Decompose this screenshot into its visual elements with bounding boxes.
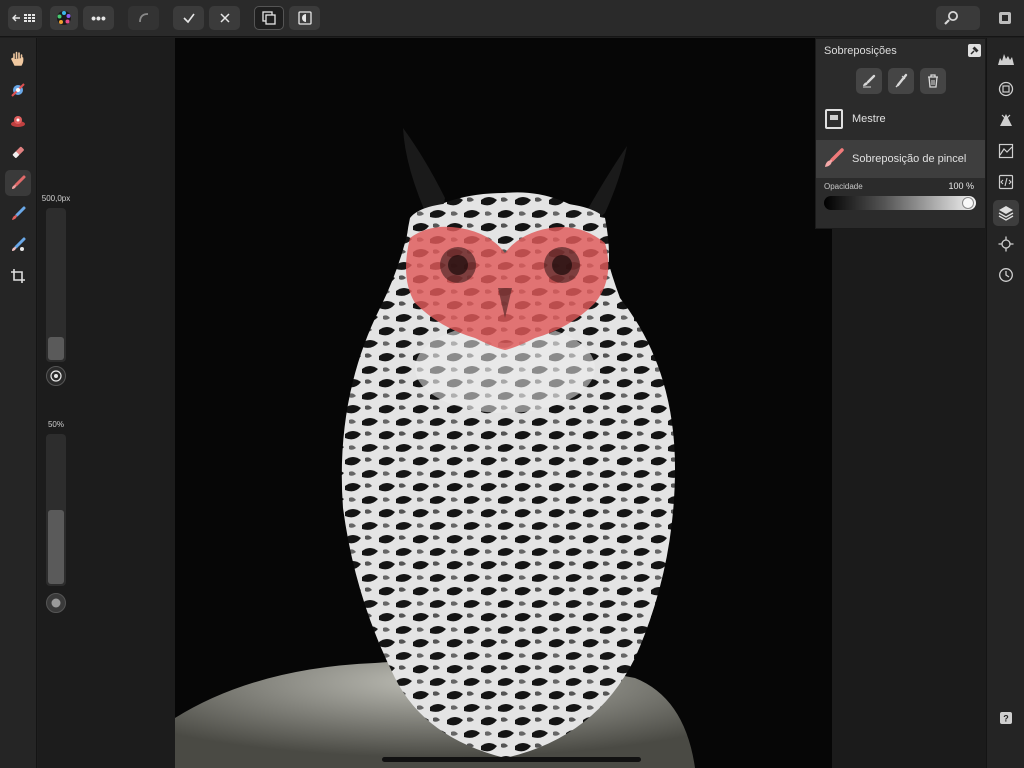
brush-size-slider[interactable] — [46, 208, 66, 362]
back-arrow-grid-icon — [12, 14, 35, 22]
transform-icon — [998, 236, 1014, 252]
history-icon — [999, 268, 1013, 282]
home-indicator — [382, 757, 641, 762]
info-icon — [1000, 114, 1012, 126]
hardness-options-button[interactable] — [46, 593, 66, 613]
owl-photo — [175, 38, 832, 768]
crop-icon — [11, 269, 25, 283]
target-icon — [50, 370, 62, 382]
eraser-icon — [12, 146, 24, 158]
top-toolbar: ••• — [0, 0, 1024, 37]
delete-overlay-button[interactable] — [920, 68, 946, 94]
overlay-radial-tool[interactable] — [5, 108, 31, 134]
overlay-item-master[interactable]: Mestre — [816, 100, 985, 138]
crop-tool[interactable] — [5, 263, 31, 289]
overlay-erase-brush-tool[interactable] — [5, 201, 31, 227]
split-view-icon — [262, 11, 276, 25]
add-overlay-button[interactable] — [856, 68, 882, 94]
scope-icon — [998, 143, 1014, 159]
opacity-slider[interactable] — [824, 196, 976, 210]
gradient-brush-icon — [895, 73, 908, 88]
hardness-fill — [48, 510, 64, 584]
overlay-mask-icon — [297, 11, 312, 25]
tools-panel — [0, 38, 37, 768]
hardness-slider[interactable] — [46, 434, 66, 586]
opacity-value: 100 % — [948, 181, 974, 191]
radial-overlay-icon — [11, 116, 25, 127]
presets-icon — [998, 174, 1014, 190]
overlay-item-label: Sobreposição de pincel — [852, 153, 967, 165]
brush-size-options-button[interactable] — [46, 366, 66, 386]
overlay-paint-tool[interactable] — [5, 170, 31, 196]
overlay-erase-tool[interactable] — [5, 139, 31, 165]
view-mode-button[interactable] — [254, 6, 284, 30]
master-layer-icon — [825, 109, 843, 129]
more-button[interactable]: ••• — [83, 6, 114, 30]
history-studio[interactable] — [993, 262, 1019, 288]
photo-canvas[interactable] — [175, 38, 832, 768]
checkmark-icon — [182, 13, 195, 24]
opacity-slider-knob[interactable] — [962, 197, 974, 209]
presets-studio[interactable] — [993, 169, 1019, 195]
overlay-clone-tool[interactable] — [5, 232, 31, 258]
paint-brush-icon — [12, 175, 26, 189]
back-button[interactable] — [8, 6, 42, 30]
zoom-icon — [944, 11, 958, 25]
overlay-gradient-tool[interactable] — [5, 77, 31, 103]
gradient-overlay-icon — [11, 83, 25, 97]
histogram-studio[interactable] — [993, 45, 1019, 71]
trash-icon — [928, 74, 938, 88]
pin-panel-button[interactable] — [968, 44, 981, 57]
hand-tool[interactable] — [5, 46, 31, 72]
snapping-icon — [138, 13, 148, 23]
overlay-item-label: Mestre — [852, 113, 886, 125]
overlays-panel: Sobreposições Mestre Sobreposição de pin… — [815, 38, 986, 229]
hand-icon — [11, 51, 24, 66]
navigator-icon — [998, 81, 1014, 97]
help-icon: ? — [1000, 712, 1012, 724]
erase-brush-icon — [12, 206, 26, 220]
brush-size-label: 500,0px — [41, 194, 71, 203]
info-studio[interactable] — [993, 107, 1019, 133]
overlay-item-brush[interactable]: Sobreposição de pincel — [816, 140, 985, 178]
persona-button[interactable] — [50, 6, 78, 30]
studio-bar: ? — [986, 38, 1024, 768]
opacity-label: Opacidade — [824, 182, 863, 191]
histogram-icon — [998, 54, 1014, 65]
brush-size-fill — [48, 337, 64, 360]
cancel-button[interactable] — [209, 6, 240, 30]
pin-icon — [970, 46, 979, 55]
overlays-studio[interactable] — [993, 200, 1019, 226]
scope-studio[interactable] — [993, 138, 1019, 164]
hardness-label: 50% — [47, 420, 64, 429]
add-paint-overlay-icon — [863, 74, 876, 88]
commit-button[interactable] — [173, 6, 204, 30]
fullscreen-button[interactable] — [994, 6, 1016, 30]
snapping-button[interactable] — [128, 6, 159, 30]
panel-title: Sobreposições — [824, 45, 897, 57]
transform-studio[interactable] — [993, 231, 1019, 257]
close-icon — [219, 13, 230, 23]
brush-overlay-icon — [825, 148, 844, 167]
zoom-button[interactable] — [936, 6, 980, 30]
photo-persona-icon — [57, 11, 71, 25]
soft-brush-icon — [51, 598, 61, 608]
layers-icon — [998, 206, 1014, 221]
clone-brush-icon — [12, 237, 26, 251]
context-sliders: 500,0px 50% — [38, 38, 175, 768]
help-button[interactable]: ? — [993, 705, 1019, 731]
add-gradient-overlay-button[interactable] — [888, 68, 914, 94]
svg-text:?: ? — [1003, 714, 1009, 724]
mask-view-button[interactable] — [289, 6, 320, 30]
navigator-studio[interactable] — [993, 76, 1019, 102]
fullscreen-icon — [999, 12, 1011, 24]
